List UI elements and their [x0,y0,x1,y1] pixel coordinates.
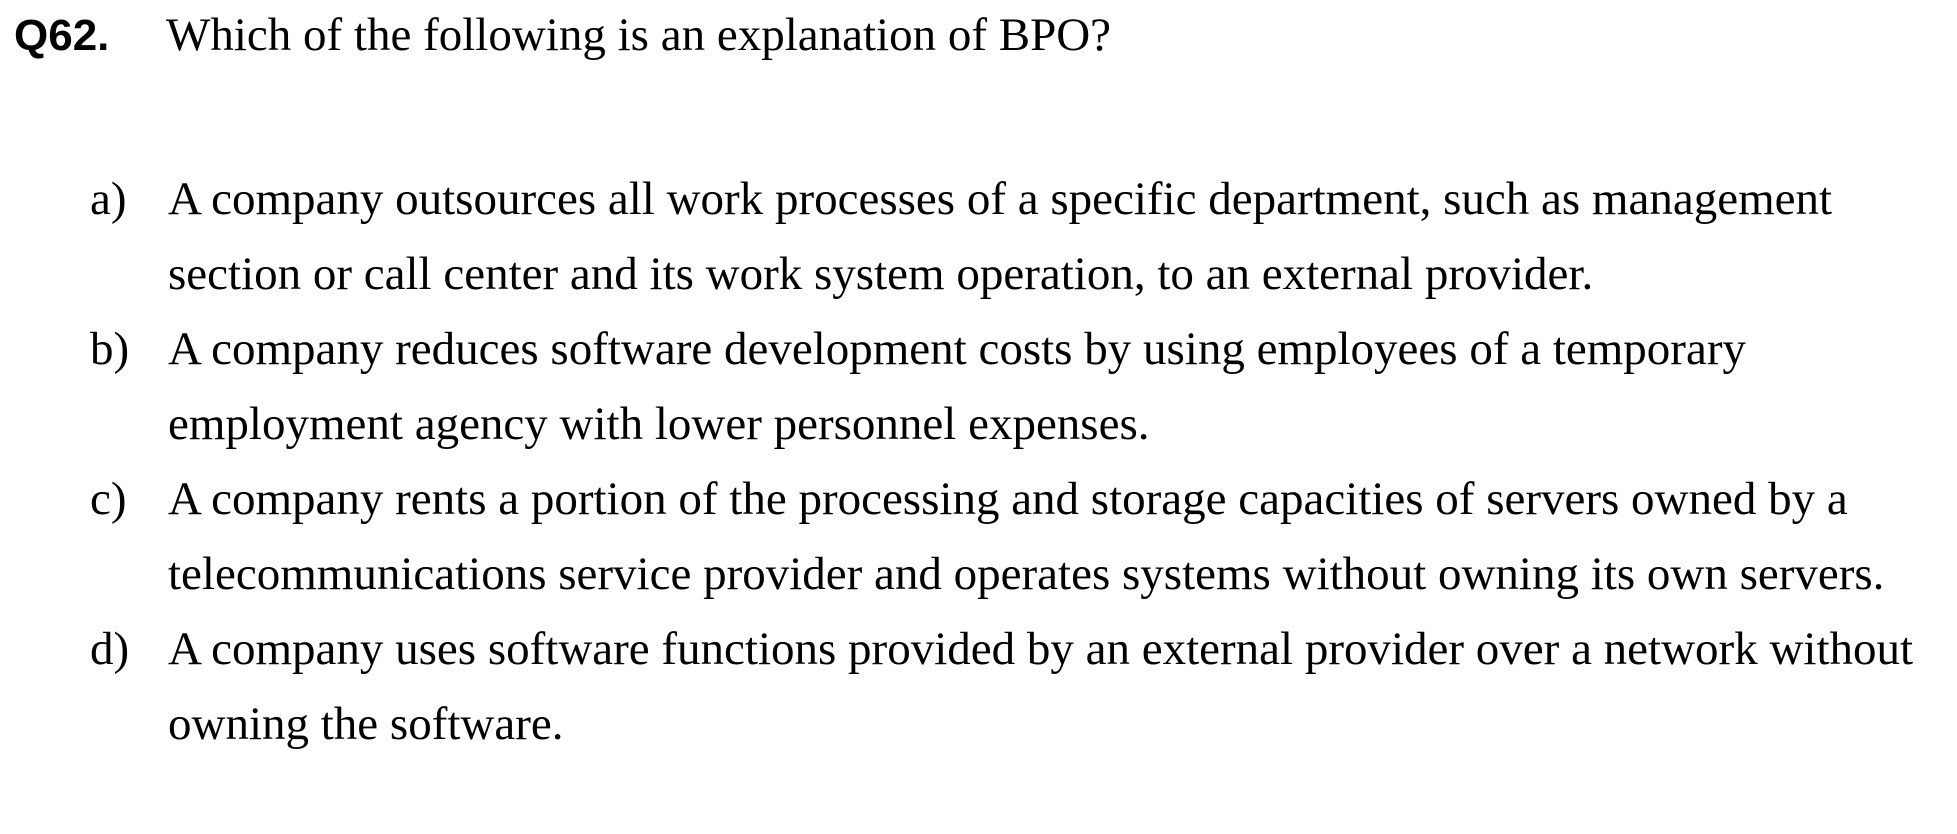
question-number: Q62. [14,11,110,60]
question-header: Q62. Which of the following is an explan… [14,8,1111,62]
option-d: d) A company uses software functions pro… [90,612,1952,762]
option-text: A company outsources all work processes … [168,173,1833,300]
option-c: c) A company rents a portion of the proc… [90,462,1952,612]
option-text: A company rents a portion of the process… [168,473,1885,600]
question-text: Which of the following is an explanation… [166,9,1112,61]
option-text: A company uses software functions provid… [168,623,1914,750]
option-a: a) A company outsources all work process… [90,162,1952,312]
option-letter: c) [90,473,127,525]
option-text: A company reduces software development c… [168,323,1746,450]
answer-options: a) A company outsources all work process… [90,162,1952,762]
option-letter: d) [90,623,130,675]
option-b: b) A company reduces software developmen… [90,312,1952,462]
option-letter: b) [90,323,130,375]
option-letter: a) [90,173,127,225]
